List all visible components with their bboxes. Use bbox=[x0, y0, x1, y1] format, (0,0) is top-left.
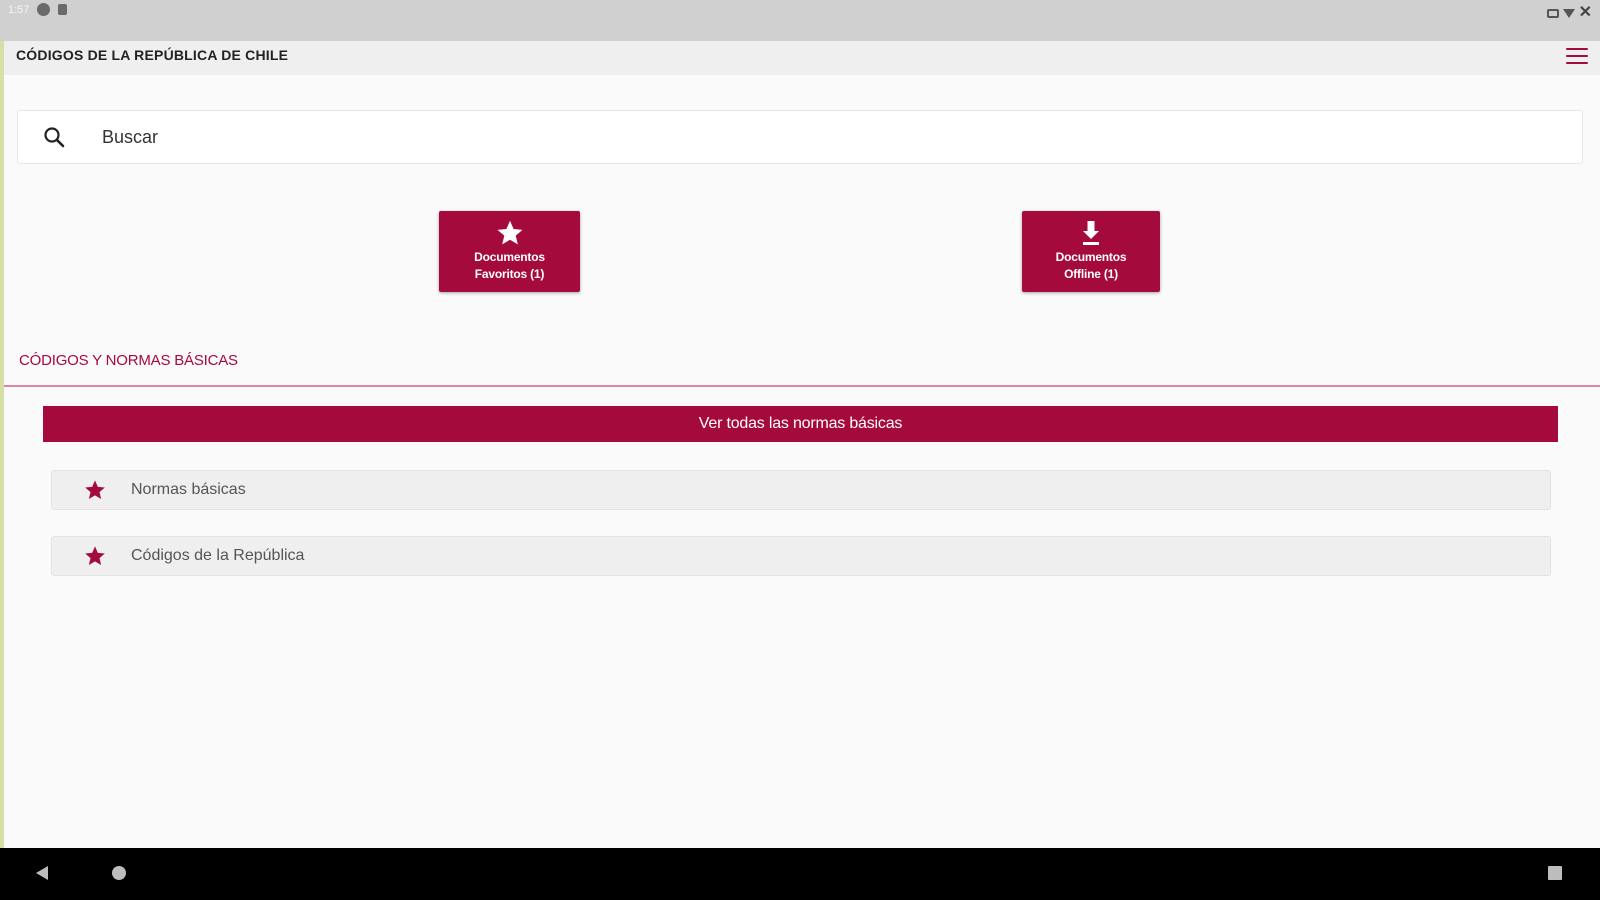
app-title: CÓDIGOS DE LA REPÚBLICA DE CHILE bbox=[16, 47, 289, 63]
star-icon[interactable] bbox=[81, 479, 109, 501]
back-icon[interactable] bbox=[36, 866, 48, 880]
hamburger-menu-icon[interactable] bbox=[1566, 48, 1588, 64]
status-bar: 1:57 ✕ bbox=[0, 0, 1600, 41]
wifi-icon bbox=[1562, 8, 1575, 18]
offline-button-label-line1: Documentos bbox=[1055, 250, 1127, 264]
favorites-documents-button[interactable]: Documentos Favoritos (1) bbox=[439, 211, 580, 292]
sd-card-icon bbox=[58, 4, 68, 15]
section-divider bbox=[4, 385, 1600, 387]
status-left: 1:57 bbox=[8, 3, 68, 16]
offline-button-label-line2: Offline (1) bbox=[1064, 267, 1118, 281]
favorites-button-label-line2: Favoritos (1) bbox=[474, 267, 545, 281]
favorites-button-label-line1: Documentos bbox=[474, 250, 545, 264]
search-bar[interactable] bbox=[17, 110, 1583, 164]
list-item-label: Normas básicas bbox=[131, 481, 246, 498]
status-time: 1:57 bbox=[8, 3, 30, 16]
list-item-codigos-republica[interactable]: Códigos de la República bbox=[51, 536, 1551, 576]
offline-documents-button[interactable]: Documentos Offline (1) bbox=[1022, 211, 1160, 292]
section-title: CÓDIGOS Y NORMAS BÁSICAS bbox=[19, 352, 238, 369]
search-input[interactable] bbox=[82, 111, 1582, 163]
recents-icon[interactable] bbox=[1548, 866, 1562, 880]
signal-off-icon: ✕ bbox=[1578, 4, 1592, 21]
sync-icon bbox=[37, 3, 51, 16]
status-right: ✕ bbox=[1546, 3, 1592, 21]
home-icon[interactable] bbox=[112, 866, 126, 880]
search-icon bbox=[26, 125, 82, 149]
star-icon[interactable] bbox=[81, 545, 109, 567]
star-icon bbox=[496, 219, 524, 247]
list-item-normas-basicas[interactable]: Normas básicas bbox=[51, 470, 1551, 510]
system-nav-bar bbox=[0, 848, 1600, 900]
see-all-norms-button[interactable]: Ver todas las normas básicas bbox=[43, 406, 1558, 442]
download-icon bbox=[1079, 219, 1103, 247]
app-bar: CÓDIGOS DE LA REPÚBLICA DE CHILE bbox=[4, 41, 1600, 75]
list-item-label: Códigos de la República bbox=[131, 547, 305, 564]
battery-icon bbox=[1546, 8, 1559, 18]
